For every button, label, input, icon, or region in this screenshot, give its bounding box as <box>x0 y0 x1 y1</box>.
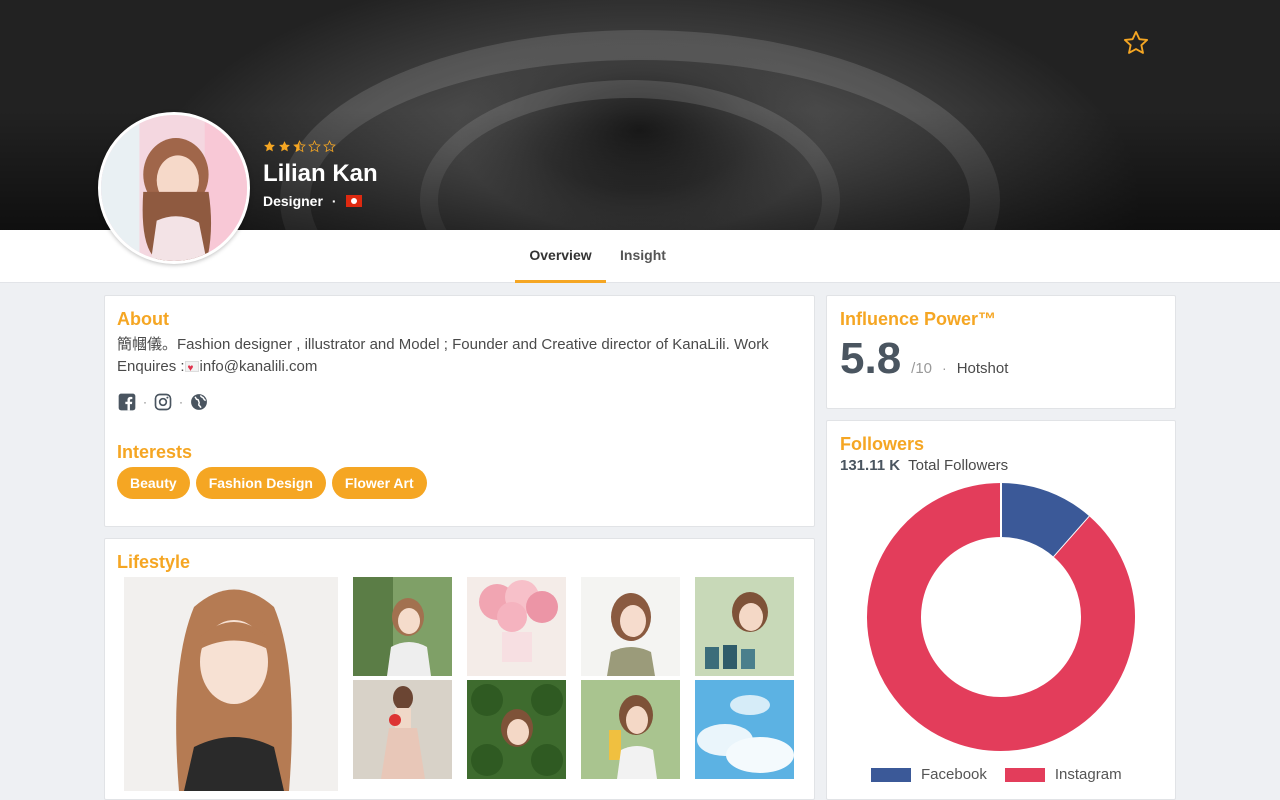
interest-chips: Beauty Fashion Design Flower Art <box>117 467 802 499</box>
lifestyle-photo[interactable] <box>353 680 452 779</box>
chart-legend: Facebook Instagram <box>871 766 1122 783</box>
star-full-icon <box>279 141 290 152</box>
avatar <box>98 112 250 264</box>
lifestyle-photo[interactable] <box>695 577 794 676</box>
facebook-icon[interactable] <box>117 392 137 412</box>
influence-score: 5.8 <box>840 334 902 383</box>
donut-slice-facebook[interactable] <box>999 483 1090 558</box>
lifestyle-photo[interactable] <box>695 680 794 779</box>
favorite-star-icon[interactable] <box>1122 29 1150 57</box>
hong-kong-flag-icon <box>345 195 362 207</box>
influence-level: Hotshot <box>956 360 1009 377</box>
lifestyle-photo-large[interactable] <box>124 577 338 791</box>
lifestyle-photo[interactable] <box>353 577 452 676</box>
star-empty-icon <box>323 140 336 153</box>
star-rating <box>263 140 336 153</box>
star-full-icon <box>264 141 275 152</box>
interest-chip[interactable]: Flower Art <box>331 467 427 499</box>
influence-title: Influence Power™ <box>840 309 997 329</box>
love-letter-icon <box>184 358 199 380</box>
interests-title: Interests <box>117 442 193 462</box>
about-card: About 簡幗儀。Fashion designer , illustrator… <box>104 295 815 527</box>
star-empty-icon <box>308 140 321 153</box>
lifestyle-photo[interactable] <box>467 577 566 676</box>
followers-title: Followers <box>840 434 925 454</box>
legend-swatch-facebook <box>871 767 911 782</box>
donut-slice-instagram[interactable] <box>867 483 1135 751</box>
followers-count: 131.11 K <box>840 457 901 474</box>
legend-swatch-instagram <box>1004 767 1045 782</box>
lifestyle-title: Lifestyle <box>117 552 191 572</box>
tab-insight[interactable]: Insight <box>612 230 674 283</box>
star-half-icon <box>293 140 306 153</box>
about-title: About <box>117 309 169 329</box>
interest-chip[interactable]: Fashion Design <box>195 467 326 499</box>
tab-overview[interactable]: Overview <box>515 230 606 283</box>
instagram-icon[interactable] <box>153 392 173 412</box>
lifestyle-photo[interactable] <box>581 680 680 779</box>
social-links: · · <box>117 392 802 412</box>
interest-chip[interactable]: Beauty <box>117 467 190 499</box>
followers-card: Followers 131.11 K Total Followers Faceb… <box>826 420 1176 800</box>
profile-name: Lilian Kan <box>263 160 378 187</box>
lifestyle-photo[interactable] <box>581 577 680 676</box>
legend-label-instagram: Instagram <box>1054 766 1122 783</box>
about-email[interactable]: info@kanalili.com <box>200 358 318 375</box>
legend-label-facebook: Facebook <box>921 766 987 783</box>
influence-card: Influence Power™ 5.8 /10 · Hotshot <box>826 295 1176 409</box>
about-text: 簡幗儀。Fashion designer , illustrator and M… <box>117 334 802 380</box>
profile-meta: Designer · <box>263 193 362 209</box>
profile-role: Designer <box>263 193 323 209</box>
followers-donut-chart <box>867 483 1135 751</box>
followers-total: 131.11 K Total Followers <box>840 457 1009 474</box>
lifestyle-photo[interactable] <box>467 680 566 779</box>
globe-icon[interactable] <box>189 392 209 412</box>
influence-max: /10 <box>911 360 933 377</box>
